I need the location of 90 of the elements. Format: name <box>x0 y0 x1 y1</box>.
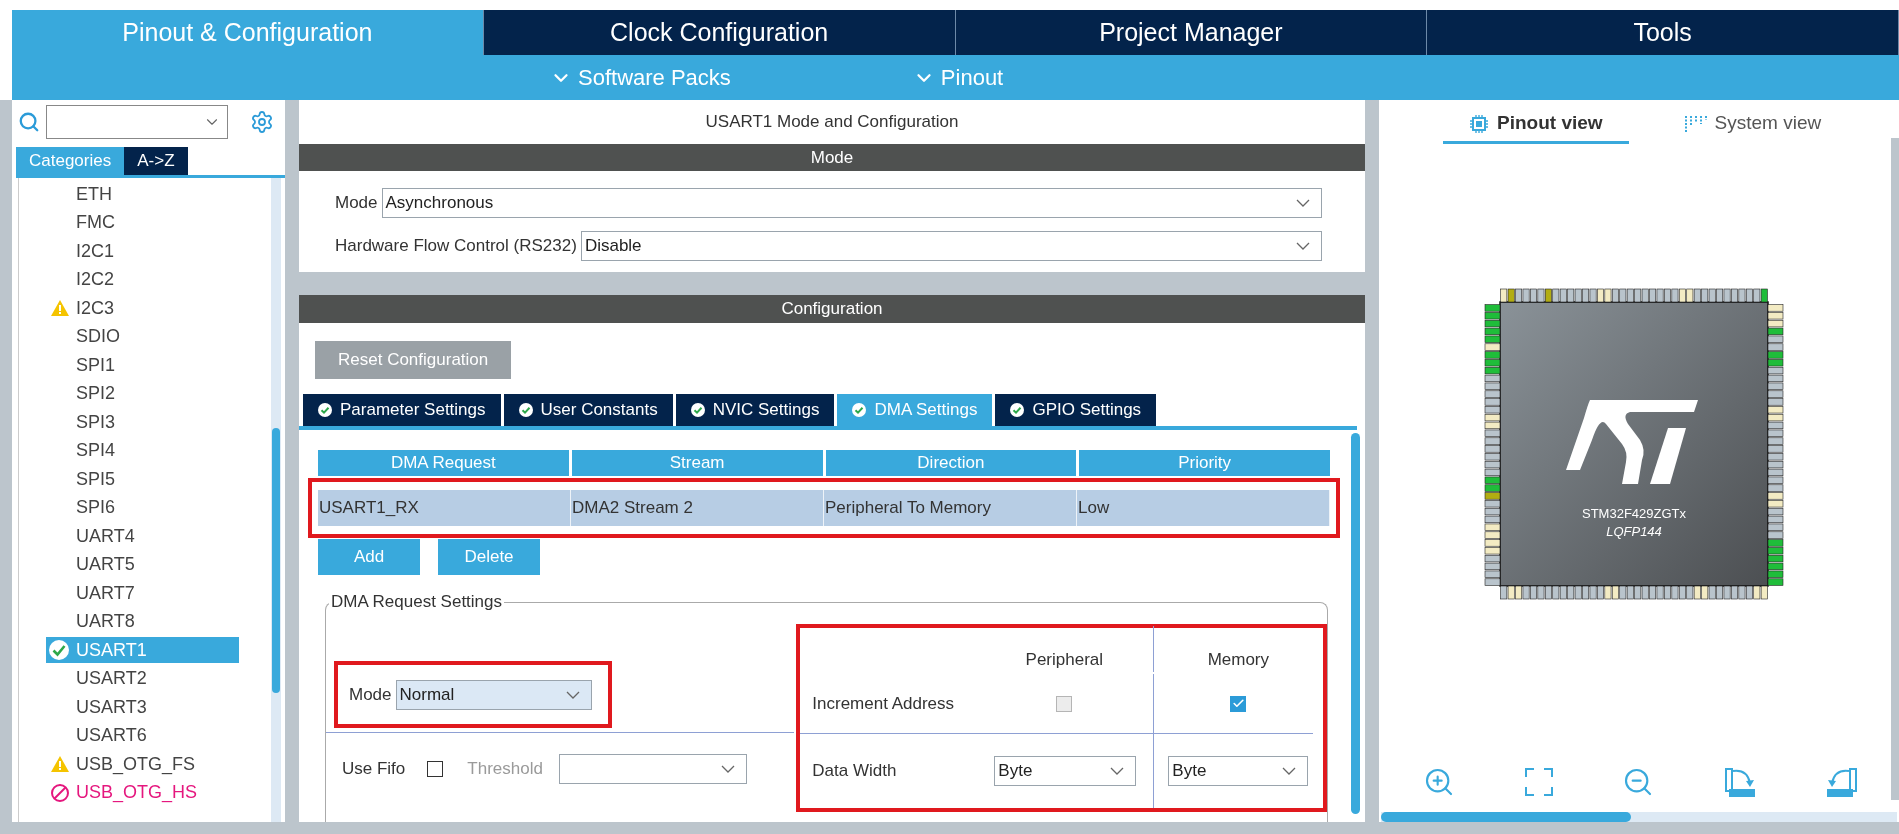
dropdown[interactable]: Disable <box>580 231 1322 261</box>
table-cell: Peripheral To Memory <box>824 490 1077 526</box>
section-header: Configuration <box>299 295 1365 323</box>
dropdown[interactable]: Byte <box>994 756 1137 786</box>
warning-icon <box>50 299 70 318</box>
sidebar-item[interactable]: UART8 <box>46 608 239 635</box>
sidebar-item[interactable]: ETH <box>46 181 239 208</box>
field-label: Increment Address <box>811 692 956 715</box>
chip-package: LQFP144 <box>1606 523 1662 541</box>
sidebar-item[interactable]: UART5 <box>46 551 239 578</box>
view-tab[interactable]: Pinout view <box>1443 106 1629 144</box>
field-label: Hardware Flow Control (RS232) <box>335 235 577 258</box>
dropdown[interactable]: Byte <box>1168 756 1309 786</box>
table-row[interactable]: USART1_RX DMA2 Stream 2 Peripheral To Memory Low <box>318 490 1330 526</box>
field-label: Use Fifo <box>342 758 406 781</box>
sidebar-item[interactable]: I2C2 <box>46 266 239 293</box>
section-header: Mode <box>299 144 1365 171</box>
check-circle-icon <box>852 403 867 417</box>
scrollbar[interactable] <box>1381 812 1897 822</box>
column-header: Peripheral <box>975 626 1155 672</box>
column-header: DMA Request <box>318 450 569 476</box>
checkbox[interactable] <box>427 761 444 777</box>
dropdown[interactable]: Asynchronous <box>381 188 1322 218</box>
sidebar-item[interactable]: UART7 <box>46 580 239 607</box>
chevron-down-icon <box>1282 767 1297 775</box>
chevron-down-icon <box>1296 242 1310 250</box>
field-label: Threshold <box>467 758 543 781</box>
sidebar-item[interactable]: FMC <box>46 209 239 236</box>
warning-icon <box>50 755 70 774</box>
field-label: Mode <box>335 192 378 215</box>
search-icon <box>18 111 40 133</box>
field-label: Mode <box>349 683 392 706</box>
prohibited-icon <box>50 782 70 803</box>
sidebar-item[interactable]: SPI1 <box>46 352 239 379</box>
dropdown[interactable]: Normal <box>395 679 592 710</box>
top-tab[interactable]: Project Manager <box>955 10 1428 55</box>
fit-screen-icon[interactable] <box>1523 767 1554 797</box>
sidebar-item[interactable]: UART4 <box>46 523 239 550</box>
zoom-in-icon[interactable] <box>1423 766 1455 798</box>
table-cell: Low <box>1077 490 1330 526</box>
settings-icon[interactable] <box>250 110 274 134</box>
sidebar-item[interactable]: SDIO <box>46 323 239 350</box>
table-cell: DMA2 Stream 2 <box>571 490 824 526</box>
sidebar-item[interactable]: USB_OTG_HS <box>46 779 239 806</box>
chevron-down-icon <box>720 765 735 773</box>
top-tab[interactable]: Tools <box>1427 10 1899 55</box>
column-header: Stream <box>571 450 823 476</box>
sidebar-item[interactable]: SPI6 <box>46 494 239 521</box>
chip-part-number: STM32F429ZGTx <box>1582 505 1686 523</box>
chevron-down-icon <box>565 690 580 699</box>
column-header: Direction <box>825 450 1077 476</box>
list-icon <box>1684 114 1707 133</box>
sidebar-item[interactable]: SPI3 <box>46 409 239 436</box>
settings-tab[interactable]: NVIC Settings <box>675 394 835 426</box>
sidebar-item[interactable]: SPI2 <box>46 380 239 407</box>
sidebar-tab[interactable]: A->Z <box>124 147 188 175</box>
sidebar-item[interactable]: SPI4 <box>46 437 239 464</box>
sidebar-item[interactable]: I2C1 <box>46 238 239 265</box>
checkbox[interactable] <box>1230 695 1247 712</box>
dropdown[interactable] <box>558 754 747 784</box>
sidebar-item[interactable]: USART6 <box>46 722 239 749</box>
scrollbar[interactable] <box>271 178 281 822</box>
check-circle-icon <box>318 403 332 417</box>
zoom-out-icon[interactable] <box>1622 766 1654 798</box>
sidebar-item[interactable]: USART3 <box>46 694 239 721</box>
chevron-down-icon <box>1296 199 1310 207</box>
panel-title: USART1 Mode and Configuration <box>704 111 960 134</box>
chip-icon <box>1469 113 1489 134</box>
column-header: Priority <box>1079 450 1330 476</box>
top-tab[interactable]: Clock Configuration <box>483 10 956 55</box>
column-header: Memory <box>1206 648 1271 671</box>
settings-tab[interactable]: Parameter Settings <box>303 394 501 426</box>
chevron-down-icon <box>1110 767 1125 775</box>
check-circle-icon <box>1010 403 1025 417</box>
sidebar-item[interactable]: USART2 <box>46 665 239 692</box>
field-label: Data Width <box>811 760 898 783</box>
settings-tab[interactable]: GPIO Settings <box>995 394 1157 426</box>
sidebar-item[interactable]: SPI5 <box>46 466 239 493</box>
table-cell: USART1_RX <box>318 490 571 526</box>
sidebar-item[interactable]: I2C3 <box>46 295 239 322</box>
search-field[interactable] <box>46 105 228 139</box>
view-tab[interactable]: System view <box>1658 106 1848 144</box>
scrollbar[interactable] <box>1351 433 1360 814</box>
sidebar-item[interactable]: USB_OTG_FS <box>46 751 239 778</box>
settings-tab[interactable]: User Constants <box>503 394 673 426</box>
check-circle-icon <box>690 403 705 417</box>
check-circle-icon <box>518 403 533 417</box>
scrollbar[interactable] <box>1891 138 1899 800</box>
rotate-left-icon[interactable] <box>1825 765 1859 799</box>
rotate-right-icon[interactable] <box>1722 765 1757 799</box>
